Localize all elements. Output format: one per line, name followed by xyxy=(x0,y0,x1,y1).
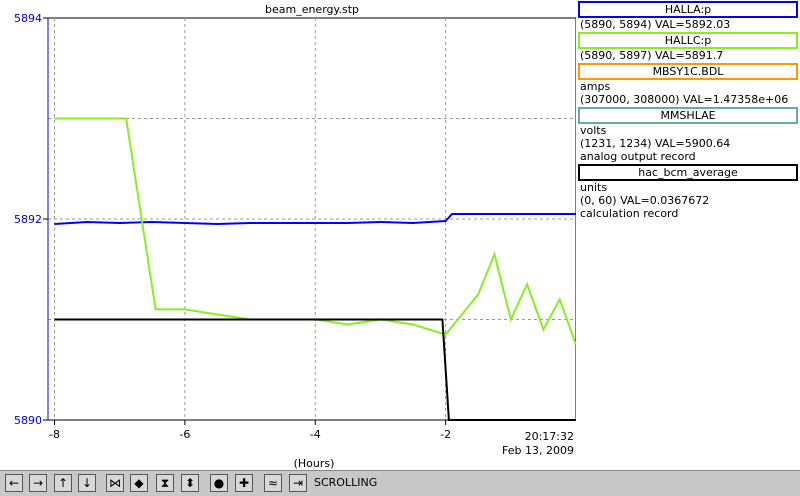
scroll-end-icon[interactable]: ⇥ xyxy=(289,474,307,492)
x-tick-label: -4 xyxy=(310,428,321,441)
legend-header-mmshlae[interactable]: MMSHLAE xyxy=(578,107,798,124)
legend-detail: (5890, 5894) VAL=5892.03 xyxy=(580,18,731,31)
arrow-down-icon[interactable]: ↓ xyxy=(78,474,96,492)
legend-header-halla-p[interactable]: HALLA:p xyxy=(578,1,798,18)
expand-horizontal-icon[interactable]: ◆ xyxy=(130,474,148,492)
timestamp-date: Feb 13, 2009 xyxy=(502,444,574,457)
legend-detail: amps xyxy=(580,80,611,93)
legend-detail: (1231, 1234) VAL=5900.64 xyxy=(580,137,731,150)
chart-title: beam_energy.stp xyxy=(265,3,359,16)
legend-detail: units xyxy=(580,181,608,194)
chart: -8 -6 -4 -2 5890 5892 5894 beam_energy.stp (Hour… xyxy=(14,3,576,470)
arrow-left-icon[interactable]: ← xyxy=(5,474,23,492)
autoscale-icon[interactable]: ≈ xyxy=(264,474,282,492)
x-tick-label: -2 xyxy=(440,428,451,441)
legend-detail: calculation record xyxy=(580,207,679,220)
timestamp-time: 20:17:32 xyxy=(525,430,574,443)
legend-header-hac-bcm-average[interactable]: hac_bcm_average xyxy=(578,164,798,181)
plus-icon[interactable]: ✚ xyxy=(235,474,253,492)
x-tick-label: -6 xyxy=(179,428,190,441)
y-tick-label: 5892 xyxy=(14,213,42,226)
legend-detail: volts xyxy=(580,124,607,137)
expand-vertical-icon[interactable]: ⬍ xyxy=(181,474,199,492)
x-axis-label: (Hours) xyxy=(294,457,335,470)
arrow-up-icon[interactable]: ↑ xyxy=(54,474,72,492)
legend-detail: analog output record xyxy=(580,150,696,163)
legend-detail: (0, 60) VAL=0.0367672 xyxy=(580,194,710,207)
y-tick-label: 5890 xyxy=(14,414,42,427)
legend: HALLA:p (5890, 5894) VAL=5892.03 HALLC:p (5… xyxy=(576,0,800,220)
scrolling-mode-label: SCROLLING xyxy=(314,476,378,489)
ring-icon[interactable]: ● xyxy=(210,474,228,492)
legend-detail: (5890, 5897) VAL=5891.7 xyxy=(580,49,724,62)
legend-header-hallc-p[interactable]: HALLC:p xyxy=(578,32,798,49)
legend-header-mbsy1c-bdl[interactable]: MBSY1C.BDL xyxy=(578,63,798,80)
compress-horizontal-icon[interactable]: ⋈ xyxy=(106,474,124,492)
y-tick-label: 5894 xyxy=(14,12,42,25)
legend-detail: (307000, 308000) VAL=1.47358e+06 xyxy=(580,93,789,106)
arrow-right-icon[interactable]: → xyxy=(29,474,47,492)
toolbar: SCROLLING ← → ↑ ↓ ⋈ ◆ ⧗ ⬍ ● ✚ ≈ ⇥ xyxy=(0,470,800,496)
compress-vertical-icon[interactable]: ⧗ xyxy=(156,474,174,492)
x-tick-label: -8 xyxy=(49,428,60,441)
